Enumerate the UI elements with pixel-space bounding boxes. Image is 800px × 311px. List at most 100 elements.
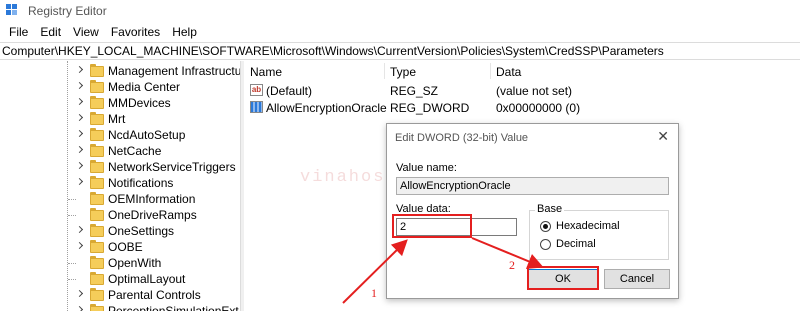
chevron-right-icon[interactable] xyxy=(76,242,84,250)
tree-connector xyxy=(68,199,76,200)
menu-favorites[interactable]: Favorites xyxy=(105,25,166,39)
tree-connector xyxy=(68,279,76,280)
folder-icon xyxy=(90,96,104,109)
tree-item-label: Parental Controls xyxy=(108,288,201,302)
tree-item-label: Management Infrastructu xyxy=(108,64,240,78)
close-icon[interactable]: ✕ xyxy=(657,128,669,145)
radio-unselected-icon[interactable] xyxy=(540,238,551,250)
tree-item[interactable]: NcdAutoSetup xyxy=(0,127,240,143)
tree-item[interactable]: OptimalLayout xyxy=(0,271,240,287)
tree-item-label: MMDevices xyxy=(108,96,171,110)
folder-icon xyxy=(90,128,104,141)
tree-item-label: PerceptionSimulationExt xyxy=(108,304,239,311)
chevron-right-icon[interactable] xyxy=(76,114,84,122)
folder-icon xyxy=(90,256,104,269)
value-name[interactable]: (Default) xyxy=(266,84,312,98)
folder-icon xyxy=(90,64,104,77)
tree-item-label: Mrt xyxy=(108,112,126,126)
value-data: 0x00000000 (0) xyxy=(496,101,581,115)
tree-item-label: NetCache xyxy=(108,144,162,158)
tree-item[interactable]: OneSettings xyxy=(0,223,240,239)
chevron-right-icon[interactable] xyxy=(76,162,84,170)
tree-item-label: OOBE xyxy=(108,240,143,254)
menu-help[interactable]: Help xyxy=(166,25,203,39)
edit-dword-dialog: Edit DWORD (32-bit) Value ✕ Value name: … xyxy=(386,123,679,299)
tree-item[interactable]: OneDriveRamps xyxy=(0,207,240,223)
tree-item[interactable]: MMDevices xyxy=(0,95,240,111)
column-header-name[interactable]: Name xyxy=(250,65,282,79)
step-1-label: 1 xyxy=(371,286,377,300)
folder-icon xyxy=(90,112,104,125)
menu-view[interactable]: View xyxy=(67,25,105,39)
tree-connector xyxy=(68,215,76,216)
column-header-type[interactable]: Type xyxy=(390,65,416,79)
dword-value-icon xyxy=(250,101,263,113)
column-divider[interactable] xyxy=(490,63,491,79)
chevron-right-icon[interactable] xyxy=(76,130,84,138)
address-bar[interactable]: Computer\HKEY_LOCAL_MACHINE\SOFTWARE\Mic… xyxy=(0,42,800,60)
string-value-icon: ab xyxy=(250,84,263,96)
registry-editor-icon xyxy=(6,4,20,18)
key-tree: Management Infrastructu Media Center MMDev… xyxy=(0,61,240,311)
chevron-right-icon[interactable] xyxy=(76,146,84,154)
tree-item[interactable]: OOBE xyxy=(0,239,240,255)
folder-icon xyxy=(90,224,104,237)
menu-bar: File Edit View Favorites Help xyxy=(0,22,203,42)
chevron-right-icon[interactable] xyxy=(76,82,84,90)
title-bar: Registry Editor xyxy=(0,0,800,22)
tree-item[interactable]: Notifications xyxy=(0,175,240,191)
folder-icon xyxy=(90,80,104,93)
tree-item[interactable]: NetCache xyxy=(0,143,240,159)
chevron-right-icon[interactable] xyxy=(76,306,84,311)
tree-item-label: OneDriveRamps xyxy=(108,208,197,222)
value-name-label: Value name: xyxy=(396,162,457,174)
chevron-right-icon[interactable] xyxy=(76,226,84,234)
radio-selected-icon[interactable] xyxy=(540,220,551,232)
tree-item[interactable]: OEMInformation xyxy=(0,191,240,207)
tree-item[interactable]: OpenWith xyxy=(0,255,240,271)
chevron-right-icon[interactable] xyxy=(76,98,84,106)
hexadecimal-radio[interactable]: Hexadecimal xyxy=(540,220,620,232)
ok-button[interactable]: OK xyxy=(528,269,598,289)
base-group xyxy=(529,210,669,260)
dialog-title: Edit DWORD (32-bit) Value xyxy=(395,132,529,144)
step-2-label: 2 xyxy=(509,258,515,272)
window-title: Registry Editor xyxy=(28,4,107,18)
folder-icon xyxy=(90,288,104,301)
folder-icon xyxy=(90,240,104,253)
tree-item-label: Media Center xyxy=(108,80,181,94)
tree-connector xyxy=(68,263,76,264)
base-group-label: Base xyxy=(535,203,565,215)
chevron-right-icon[interactable] xyxy=(76,178,84,186)
folder-icon xyxy=(90,304,104,311)
chevron-right-icon[interactable] xyxy=(76,66,84,74)
decimal-label: Decimal xyxy=(556,238,596,250)
column-divider[interactable] xyxy=(384,63,385,79)
tree-item[interactable]: Parental Controls xyxy=(0,287,240,303)
folder-icon xyxy=(90,192,104,205)
value-type: REG_DWORD xyxy=(390,101,470,115)
menu-edit[interactable]: Edit xyxy=(34,25,67,39)
folder-icon xyxy=(90,272,104,285)
tree-item[interactable]: Mrt xyxy=(0,111,240,127)
chevron-right-icon[interactable] xyxy=(76,290,84,298)
value-data-input[interactable]: 2 xyxy=(396,218,517,236)
cancel-button[interactable]: Cancel xyxy=(604,269,670,289)
decimal-radio[interactable]: Decimal xyxy=(540,238,596,250)
tree-item[interactable]: PerceptionSimulationExt xyxy=(0,303,240,311)
value-data: (value not set) xyxy=(496,84,573,98)
tree-item[interactable]: Management Infrastructu xyxy=(0,63,240,79)
tree-item[interactable]: Media Center xyxy=(0,79,240,95)
value-name-field: AllowEncryptionOracle xyxy=(396,177,669,195)
tree-item-label: OpenWith xyxy=(108,256,162,270)
tree-item-label: OEMInformation xyxy=(108,192,196,206)
menu-file[interactable]: File xyxy=(3,25,34,39)
folder-icon xyxy=(90,208,104,221)
folder-icon xyxy=(90,176,104,189)
tree-item[interactable]: NetworkServiceTriggers xyxy=(0,159,240,175)
hexadecimal-label: Hexadecimal xyxy=(556,220,620,232)
column-header-data[interactable]: Data xyxy=(496,65,521,79)
value-name[interactable]: AllowEncryptionOracle xyxy=(266,101,387,115)
tree-item-label: NetworkServiceTriggers xyxy=(108,160,236,174)
tree-item-label: Notifications xyxy=(108,176,174,190)
